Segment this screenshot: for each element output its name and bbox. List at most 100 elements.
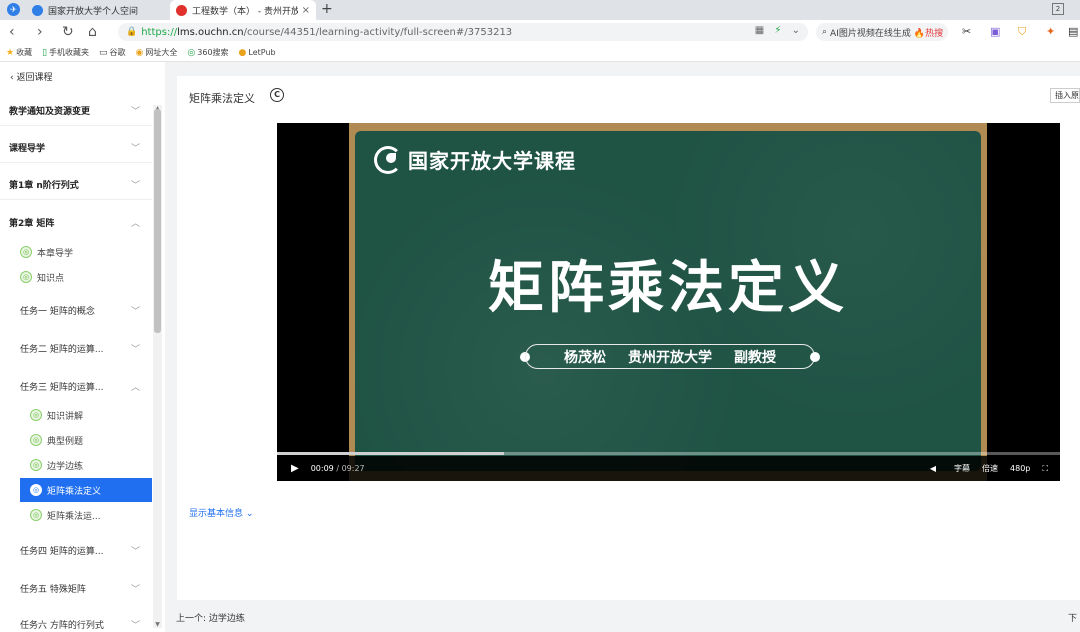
- chevron-up-icon: ︿: [130, 218, 140, 229]
- pill-right-dot: [810, 352, 820, 362]
- browser-tab-personal-space[interactable]: 国家开放大学个人空间: [26, 0, 172, 20]
- extension-icon[interactable]: ▣: [990, 25, 1000, 38]
- bookmark-letpub[interactable]: ● LetPub: [239, 48, 276, 58]
- star-icon: ★: [6, 47, 15, 58]
- list-item-examples[interactable]: ◎ 典型例题: [20, 428, 152, 452]
- globe-icon: ◉: [135, 47, 144, 58]
- page-title: 矩阵乘法定义: [189, 92, 255, 105]
- window-count-icon[interactable]: 2: [1052, 3, 1064, 15]
- sidebar-scrollbar[interactable]: ▲ ▼: [153, 105, 162, 628]
- course-sidebar: ‹ 返回课程 教学通知及资源变更 ﹀ 课程导学 ﹀ 第1章 n阶行列式 ﹀ 第2…: [0, 62, 165, 632]
- tab-title: 工程数学（本） - 贵州开放大学: [192, 6, 298, 17]
- task-6[interactable]: 任务六 方阵的行列式 ﹀: [0, 606, 152, 632]
- speed-button[interactable]: 倍速: [982, 463, 998, 474]
- section-course-guide[interactable]: 课程导学 ﹀: [0, 133, 152, 163]
- search-icon: ⌕: [822, 27, 828, 37]
- chevron-down-icon: ﹀: [130, 344, 140, 355]
- play-icon[interactable]: ▶: [291, 463, 299, 474]
- activity-icon: ◎: [30, 409, 42, 421]
- show-basic-info-link[interactable]: 显示基本信息 ⌄: [189, 506, 253, 519]
- fullscreen-icon[interactable]: ⛶: [1042, 464, 1048, 474]
- next-activity-link[interactable]: 下: [1068, 611, 1080, 624]
- fox-icon[interactable]: ✦: [1046, 25, 1055, 38]
- list-item-matrix-multiplication-operation[interactable]: ◎ 矩阵乘法运...: [20, 503, 152, 527]
- video-time: 00:09 / 09:27: [310, 464, 365, 473]
- lightning-icon[interactable]: ⚡: [774, 25, 781, 36]
- url-scheme: https://: [141, 26, 178, 38]
- author-name: 杨茂松: [564, 349, 606, 366]
- scissors-icon[interactable]: ✂: [962, 25, 971, 38]
- chevron-down-icon: ﹀: [130, 306, 140, 317]
- activity-icon: ◎: [30, 509, 42, 521]
- ouchn-logo-icon: [374, 145, 402, 174]
- author-pill: 杨茂松 贵州开放大学 副教授: [525, 344, 815, 369]
- video-progress-bar[interactable]: [277, 452, 1060, 455]
- grid-icon[interactable]: ▦: [755, 25, 764, 36]
- video-player[interactable]: 国家开放大学课程 矩阵乘法定义 杨茂松 贵州开放大学 副教授 ▶ 00:09 /…: [277, 123, 1060, 481]
- activity-icon: ◎: [30, 459, 42, 471]
- address-bar[interactable]: 🔒 https:// lms.ouchn.cn /course/44351/le…: [118, 23, 808, 41]
- list-item-chapter-guide[interactable]: ◎ 本章导学: [20, 240, 152, 264]
- section-chapter-1[interactable]: 第1章 n阶行列式 ﹀: [0, 170, 152, 200]
- chevron-down-icon: ﹀: [130, 144, 140, 154]
- quality-button[interactable]: 480p: [1010, 464, 1030, 473]
- activity-icon: ◎: [20, 271, 32, 283]
- hot-search-label: 🔥热搜: [913, 28, 944, 39]
- list-item-lecture[interactable]: ◎ 知识讲解: [20, 403, 152, 427]
- url-host: lms.ouchn.cn: [177, 26, 244, 38]
- forward-arrow-icon[interactable]: ›: [37, 24, 43, 40]
- task-2[interactable]: 任务二 矩阵的运算... ﹀: [0, 330, 152, 366]
- insert-button[interactable]: 插入原: [1050, 88, 1080, 103]
- ai-search-box[interactable]: ⌕ AI图片视频在线生成 🔥热搜: [816, 23, 948, 41]
- course-favicon-icon: [176, 4, 187, 16]
- reload-icon[interactable]: ↻: [62, 24, 74, 40]
- task-1[interactable]: 任务一 矩阵的概念 ﹀: [0, 292, 152, 328]
- page-icon: ▭: [99, 47, 108, 58]
- list-item-practice[interactable]: ◎ 边学边练: [20, 453, 152, 477]
- section-notices[interactable]: 教学通知及资源变更 ﹀: [0, 96, 152, 126]
- subtitle-button[interactable]: 字幕: [954, 463, 970, 474]
- chevron-down-icon: ⌄: [245, 509, 254, 519]
- browser-tab-bar: ✈ 国家开放大学个人空间 工程数学（本） - 贵州开放大学 × + 2: [0, 0, 1080, 20]
- chevron-down-icon: ﹀: [130, 181, 140, 191]
- task-3[interactable]: 任务三 矩阵的运算... ︿: [0, 368, 152, 404]
- section-chapter-2[interactable]: 第2章 矩阵 ︿: [0, 207, 152, 237]
- scroll-down-icon[interactable]: ▼: [153, 621, 162, 628]
- shield-icon[interactable]: ⛉: [1018, 25, 1026, 39]
- menu-icon[interactable]: ▤: [1068, 25, 1078, 38]
- activity-icon: ◎: [30, 434, 42, 446]
- activity-icon: ◎: [20, 246, 32, 258]
- scrollbar-thumb[interactable]: [154, 109, 161, 333]
- bookmark-360[interactable]: ◎ 360搜索: [187, 47, 228, 58]
- lock-icon: 🔒: [126, 27, 138, 37]
- activity-content: 矩阵乘法定义 C 插入原 国家开放大学课程 矩阵乘法定义 杨茂松 贵州开放大学 …: [177, 76, 1080, 600]
- task-5[interactable]: 任务五 特殊矩阵 ﹀: [0, 570, 152, 606]
- slide-title: 矩阵乘法定义: [488, 256, 848, 321]
- university-logo: 国家开放大学课程: [374, 145, 576, 174]
- bookmark-favorites[interactable]: ★ 收藏: [6, 47, 32, 58]
- browser-tab-engineering-math[interactable]: 工程数学（本） - 贵州开放大学 ×: [170, 0, 316, 20]
- search-360-icon: ◎: [187, 47, 196, 58]
- previous-activity-link[interactable]: 上一个: 边学边练: [176, 611, 245, 624]
- activity-pager: 上一个: 边学边练 下: [165, 600, 1080, 632]
- new-tab-button[interactable]: +: [321, 1, 333, 17]
- chevron-down-icon: ﹀: [130, 546, 140, 557]
- total-time: 09:27: [341, 464, 365, 473]
- copyright-icon[interactable]: C: [270, 88, 284, 102]
- bookmark-mobile[interactable]: ▯ 手机收藏夹: [42, 47, 89, 58]
- list-item-matrix-multiplication-definition[interactable]: ◎ 矩阵乘法定义: [20, 478, 152, 502]
- home-icon[interactable]: ⌂: [88, 24, 97, 40]
- task-4[interactable]: 任务四 矩阵的运算... ﹀: [0, 532, 152, 568]
- volume-icon[interactable]: ◀: [930, 464, 936, 473]
- dropdown-icon[interactable]: ⌄: [792, 25, 800, 36]
- video-controls: ▶ 00:09 / 09:27 ◀ 字幕 倍速 480p ⛶: [277, 456, 1060, 481]
- close-tab-icon[interactable]: ×: [302, 5, 310, 16]
- bookmark-google[interactable]: ▭ 谷歌: [99, 47, 126, 58]
- bookmark-sites[interactable]: ◉ 网址大全: [136, 47, 178, 58]
- back-to-course-link[interactable]: ‹ 返回课程: [10, 70, 52, 83]
- ai-search-text: AI图片视频在线生成: [830, 28, 911, 39]
- list-item-knowledge-points[interactable]: ◎ 知识点: [20, 265, 152, 289]
- bookmarks-bar: ★ 收藏 ▯ 手机收藏夹 ▭ 谷歌 ◉ 网址大全 ◎ 360搜索 ● LetPub: [0, 44, 1080, 62]
- browser-logo-icon[interactable]: ✈: [7, 3, 20, 16]
- back-arrow-icon[interactable]: ‹: [9, 24, 15, 40]
